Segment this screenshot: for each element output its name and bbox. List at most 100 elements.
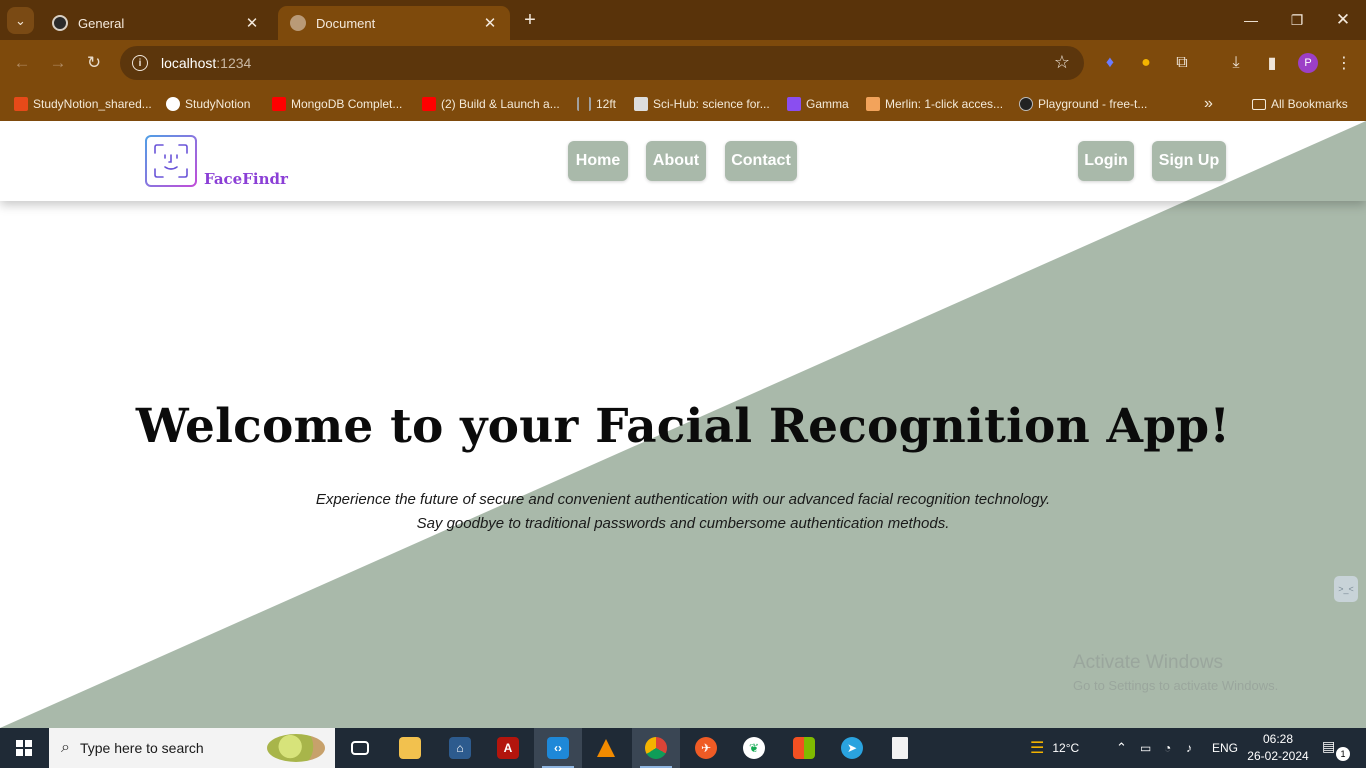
downloads-icon[interactable]: ⤓ bbox=[1224, 51, 1248, 75]
bookmark-item[interactable]: 12ft bbox=[577, 94, 616, 114]
url-port: :1234 bbox=[216, 55, 252, 71]
bookmark-item[interactable]: StudyNotion bbox=[166, 94, 250, 114]
language-indicator[interactable]: ENG bbox=[1212, 728, 1238, 768]
telegram-icon: ➤ bbox=[841, 737, 863, 759]
bookmark-item[interactable]: Gamma bbox=[787, 94, 849, 114]
weather-icon: ☰ bbox=[1030, 740, 1045, 757]
new-tab-button[interactable]: + bbox=[518, 8, 542, 32]
nav-home-button[interactable]: Home bbox=[568, 141, 628, 181]
watermark-line-1: Activate Windows bbox=[1073, 652, 1223, 673]
site-info-icon[interactable]: i bbox=[132, 55, 148, 71]
extensions-puzzle-icon[interactable]: ⧉ bbox=[1170, 51, 1194, 75]
chrome-button[interactable] bbox=[632, 728, 680, 768]
tab-general[interactable]: General ✕ bbox=[40, 6, 272, 40]
bookmark-item[interactable]: Sci-Hub: science for... bbox=[634, 94, 770, 114]
floating-widget-icon[interactable]: >_< bbox=[1334, 576, 1358, 602]
facefindr-logo-icon[interactable] bbox=[145, 135, 197, 187]
vscode-icon: ‹› bbox=[547, 737, 569, 759]
scihub-icon bbox=[634, 97, 648, 111]
profile-avatar[interactable]: P bbox=[1298, 53, 1318, 73]
mysql-workbench-button[interactable]: ⌂ bbox=[436, 728, 484, 768]
close-window-icon[interactable]: ✕ bbox=[1320, 0, 1366, 40]
windows-taskbar: ⌕ Type here to search ⌂ A ‹› ✈ ❦ ➤ ☰ 12°… bbox=[0, 728, 1366, 768]
file-explorer-button[interactable] bbox=[386, 728, 434, 768]
postman-button[interactable]: ✈ bbox=[682, 728, 730, 768]
address-bar[interactable]: i localhost:1234 ☆ bbox=[120, 46, 1084, 80]
task-view-button[interactable] bbox=[336, 728, 384, 768]
tab-title: Document bbox=[316, 15, 376, 31]
vlc-cone-icon bbox=[597, 739, 615, 757]
github-icon bbox=[52, 15, 68, 31]
menu-kebab-icon[interactable]: ⋮ bbox=[1332, 51, 1356, 75]
extension-flame-icon[interactable]: ♦ bbox=[1098, 51, 1122, 75]
bookmark-label: StudyNotion_shared... bbox=[33, 97, 152, 111]
tab-document[interactable]: Document ✕ bbox=[278, 6, 510, 40]
bookmark-label: Gamma bbox=[806, 97, 849, 111]
start-button[interactable] bbox=[0, 728, 48, 768]
search-placeholder: Type here to search bbox=[79, 740, 204, 756]
database-icon: ⌂ bbox=[449, 737, 471, 759]
mongodb-compass-button[interactable]: ❦ bbox=[730, 728, 778, 768]
chrome-icon bbox=[645, 737, 667, 759]
bookmark-label: Merlin: 1-click acces... bbox=[885, 97, 1004, 111]
bookmark-label: (2) Build & Launch a... bbox=[441, 97, 560, 111]
battery-icon[interactable]: ▭ bbox=[1140, 728, 1151, 768]
bookmark-item[interactable]: Merlin: 1-click acces... bbox=[866, 94, 1003, 114]
bookmark-label: StudyNotion bbox=[185, 97, 251, 111]
show-hidden-icons-button[interactable]: ⌃ bbox=[1116, 728, 1127, 768]
notification-center-button[interactable]: ▤ 1 bbox=[1322, 738, 1350, 761]
acrobat-button[interactable]: A bbox=[484, 728, 532, 768]
nav-about-button[interactable]: About bbox=[646, 141, 706, 181]
notification-count: 1 bbox=[1336, 747, 1350, 761]
taskbar-search-box[interactable]: ⌕ Type here to search bbox=[49, 728, 335, 768]
more-bookmarks-button[interactable]: » bbox=[1204, 94, 1213, 114]
search-icon: ⌕ bbox=[61, 739, 70, 756]
bookmark-label: Playground - free-t... bbox=[1038, 97, 1148, 111]
vlc-button[interactable] bbox=[582, 728, 630, 768]
bookmark-item[interactable]: (2) Build & Launch a... bbox=[422, 94, 560, 114]
search-highlight-image bbox=[267, 734, 325, 762]
browser-toolbar: ← → ↻ i localhost:1234 ☆ ♦ ● ⧉ ⤓ ▮ ⋮ bbox=[0, 40, 1366, 86]
folder-icon bbox=[399, 737, 421, 759]
vscode-button[interactable]: ‹› bbox=[534, 728, 582, 768]
bookmark-item[interactable]: MongoDB Complet... bbox=[272, 94, 402, 114]
folder-icon bbox=[1252, 98, 1266, 110]
nav-contact-button[interactable]: Contact bbox=[725, 141, 797, 181]
telegram-button[interactable]: ➤ bbox=[828, 728, 876, 768]
signup-button[interactable]: Sign Up bbox=[1152, 141, 1226, 181]
tab-title: General bbox=[78, 15, 125, 31]
notepad-button[interactable] bbox=[876, 728, 924, 768]
tab-close-button[interactable]: ✕ bbox=[480, 14, 500, 32]
bookmark-star-icon[interactable]: ☆ bbox=[1054, 52, 1070, 73]
minimize-icon[interactable]: — bbox=[1228, 0, 1274, 40]
volume-icon[interactable]: ♪ bbox=[1186, 728, 1192, 768]
hero-description-line-2: Say goodbye to traditional passwords and… bbox=[416, 515, 950, 532]
clock-time: 06:28 bbox=[1262, 732, 1294, 746]
watermark-line-2: Go to Settings to activate Windows. bbox=[1073, 678, 1279, 693]
forward-arrow-icon[interactable]: → bbox=[45, 50, 71, 76]
wifi-icon[interactable]: ◔ bbox=[1164, 728, 1171, 768]
merlin-icon bbox=[866, 97, 880, 111]
brand-name[interactable]: FaceFindr bbox=[204, 170, 288, 188]
tab-close-button[interactable]: ✕ bbox=[242, 14, 262, 32]
bookmark-label: Sci-Hub: science for... bbox=[653, 97, 770, 111]
side-panel-icon[interactable]: ▮ bbox=[1260, 51, 1284, 75]
weather-widget[interactable]: ☰ 12°C bbox=[1030, 728, 1079, 768]
studynotion-icon bbox=[166, 97, 180, 111]
bookmark-item[interactable]: Playground - free-t... bbox=[1019, 94, 1147, 114]
extension-lock-icon[interactable]: ● bbox=[1134, 51, 1158, 75]
weather-temperature: 12°C bbox=[1052, 741, 1080, 755]
back-arrow-icon[interactable]: ← bbox=[9, 50, 35, 76]
reload-icon[interactable]: ↻ bbox=[81, 50, 107, 76]
all-bookmarks-button[interactable]: All Bookmarks bbox=[1252, 94, 1348, 114]
globe-icon bbox=[290, 15, 306, 31]
system-clock[interactable]: 06:28 26-02-2024 bbox=[1244, 731, 1312, 765]
microsoft-store-button[interactable] bbox=[780, 728, 828, 768]
activate-windows-watermark: Activate Windows Go to Settings to activ… bbox=[1073, 652, 1278, 693]
hero-description-line-1: Experience the future of secure and conv… bbox=[315, 491, 1051, 508]
bookmark-item[interactable]: StudyNotion_shared... bbox=[14, 94, 152, 114]
tab-search-button[interactable]: ⌄ bbox=[7, 7, 34, 34]
login-button[interactable]: Login bbox=[1078, 141, 1134, 181]
app-navbar: FaceFindr Home About Contact Login Sign … bbox=[0, 121, 1366, 201]
restore-icon[interactable]: ❐ bbox=[1274, 0, 1320, 40]
